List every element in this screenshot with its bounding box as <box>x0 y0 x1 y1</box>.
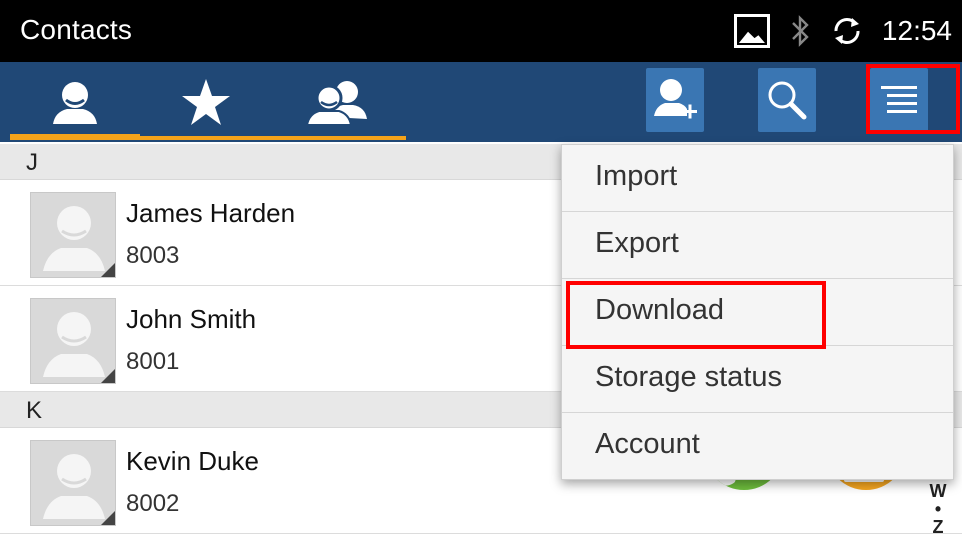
menu-item-label: Export <box>595 227 679 259</box>
bluetooth-icon <box>792 15 809 47</box>
tab-groups[interactable] <box>272 62 404 142</box>
section-letter: J <box>26 149 38 176</box>
default-avatar-icon <box>43 454 105 519</box>
contact-name: Kevin Duke <box>126 446 259 476</box>
alphabet-index-bar[interactable]: W • Z <box>926 482 950 536</box>
menu-item-export[interactable]: Export <box>562 212 953 279</box>
menu-item-import[interactable]: Import <box>562 145 953 212</box>
status-bar: Contacts 12:54 <box>0 0 962 62</box>
contact-name: John Smith <box>126 304 257 334</box>
person-icon <box>53 82 97 124</box>
menu-item-label: Storage status <box>595 361 782 393</box>
tab-favorites[interactable] <box>140 62 272 142</box>
add-contact-button[interactable] <box>646 68 704 132</box>
tab-selected-indicator <box>10 134 140 140</box>
status-app-title: Contacts <box>20 14 133 45</box>
gallery-icon <box>733 14 770 48</box>
group-icon <box>305 81 367 126</box>
menu-button-highlight <box>866 64 960 134</box>
index-letter: Z <box>932 517 944 537</box>
star-icon <box>182 79 230 125</box>
tab-contacts[interactable] <box>10 62 140 142</box>
default-avatar-icon <box>43 312 105 377</box>
menu-item-storage-status[interactable]: Storage status <box>562 346 953 413</box>
menu-item-label: Import <box>595 160 678 192</box>
status-icons: 12:54 <box>733 10 952 52</box>
avatar <box>30 192 116 278</box>
contact-number: 8002 <box>126 490 180 517</box>
index-letter: W <box>929 481 947 501</box>
contacts-toolbar <box>0 62 962 142</box>
default-avatar-icon <box>43 206 105 271</box>
avatar <box>30 298 116 384</box>
contact-name: James Harden <box>126 198 296 228</box>
search-icon <box>768 81 807 120</box>
download-highlight <box>566 281 826 349</box>
tab-track-indicator <box>140 136 406 140</box>
menu-item-label: Account <box>595 428 700 460</box>
search-button[interactable] <box>758 68 816 132</box>
status-clock: 12:54 <box>881 15 952 46</box>
section-letter: K <box>26 397 43 424</box>
avatar <box>30 440 116 526</box>
contact-number: 8001 <box>126 348 180 375</box>
index-dot: • <box>934 499 942 519</box>
add-person-icon <box>654 79 697 119</box>
contact-number: 8003 <box>126 242 180 269</box>
menu-item-account[interactable]: Account <box>562 413 953 480</box>
sync-icon <box>834 18 860 44</box>
